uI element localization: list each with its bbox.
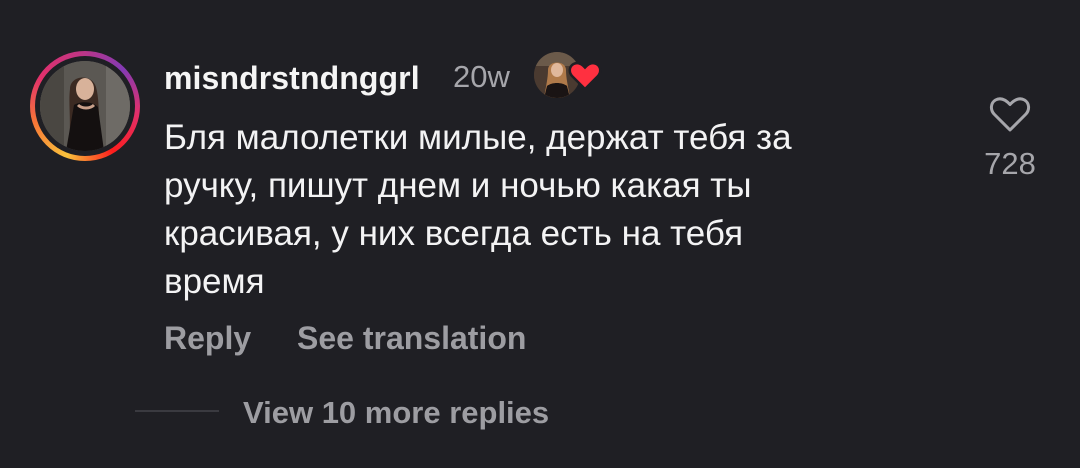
username[interactable]: misndrstndnggrl: [164, 59, 420, 97]
timestamp: 20w: [453, 59, 510, 94]
like-count: 728: [984, 146, 1036, 181]
author-liked-badge: [534, 52, 604, 100]
reply-button[interactable]: Reply: [164, 318, 251, 358]
see-translation-button[interactable]: See translation: [297, 318, 526, 358]
comment-text: Бля малолетки милые, держат тебя за ручк…: [164, 118, 792, 301]
story-ring-avatar[interactable]: [30, 51, 140, 161]
heart-filled-icon: [568, 61, 602, 91]
heart-outline-icon[interactable]: [988, 94, 1032, 134]
avatar: [40, 61, 130, 151]
view-more-replies-button[interactable]: View 10 more replies: [243, 393, 549, 433]
avatar-photo-illustration: [40, 61, 130, 151]
replies-divider: [135, 410, 219, 412]
